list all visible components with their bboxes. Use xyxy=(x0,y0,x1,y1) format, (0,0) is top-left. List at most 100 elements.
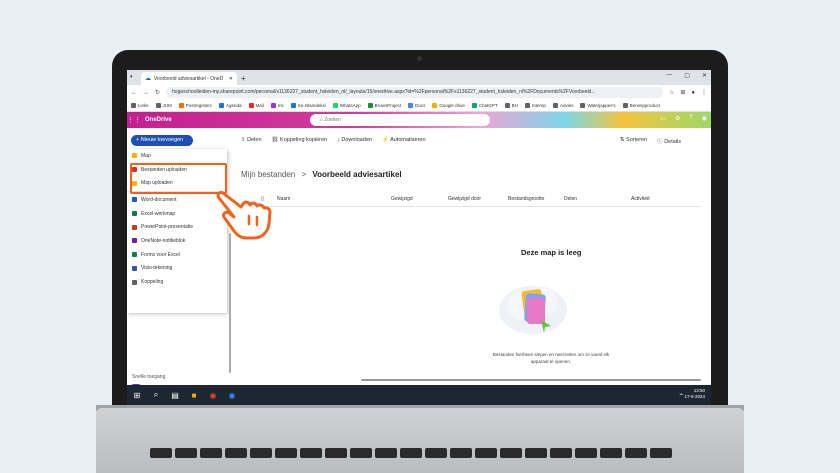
bookmark-item[interactable]: Internp xyxy=(524,103,546,108)
col-name[interactable]: Naam xyxy=(277,196,290,202)
url-field[interactable]: hogeschoolleiden-my.sharepoint.com/perso… xyxy=(166,87,663,98)
bookmark-item[interactable]: Mail xyxy=(248,103,264,108)
menu-item-icon xyxy=(132,197,137,203)
command-details[interactable]: ⓘ Details xyxy=(657,137,681,145)
bookmark-item[interactable]: Waterjappes's xyxy=(580,103,616,108)
search-input[interactable]: ⌕ Zoeken xyxy=(310,114,490,126)
new-menu-item[interactable]: OneNote-notitieblok xyxy=(127,234,227,248)
avatar[interactable]: ◉ xyxy=(702,115,707,122)
chrome-icon[interactable]: ◉ xyxy=(208,390,218,400)
workspace: + Nieuw toevoegen Map Bestanden uploaden M… xyxy=(127,128,711,405)
browser-tab[interactable]: ☁ Voorbeeld adviesartikel - OneD ✕ xyxy=(141,72,237,85)
menu-item-label: Forms voor Excel xyxy=(141,251,180,258)
bookmark-item[interactable]: Benespproduct xyxy=(622,103,660,108)
bookmark-icon xyxy=(178,103,184,108)
menu-item-icon xyxy=(132,153,137,159)
tab-list-icon[interactable]: ▾ xyxy=(130,74,133,80)
col-size[interactable]: Bestandsgrootte xyxy=(508,196,544,202)
col-modified[interactable]: Gewijzigd xyxy=(391,196,413,202)
profile-icon[interactable]: ● xyxy=(691,90,695,96)
col-activity[interactable]: Activiteit xyxy=(631,196,650,202)
empty-folder-title: Deze map is leeg xyxy=(521,248,582,257)
bookmark-icon xyxy=(367,103,373,108)
extensions-icon[interactable]: ⊞ xyxy=(680,89,685,96)
command-label: Sorteren xyxy=(626,137,648,143)
bookmark-label: Internp xyxy=(531,103,546,108)
new-menu-item[interactable]: PowerPoint-presentatie xyxy=(127,220,227,234)
command-share[interactable]: ⇪ Delen xyxy=(241,137,262,143)
bookmark-item[interactable]: Postregisterc xyxy=(178,103,213,108)
bookmarks-bar: Links JUM Postregisterc Agenda Mail Iris Ira-I… xyxy=(127,100,711,112)
command-label: Koppeling kopiëren xyxy=(280,137,328,143)
breadcrumb-current: Voorbeeld adviesartikel xyxy=(312,170,402,179)
bookmark-item[interactable]: JUM xyxy=(155,103,172,108)
command-link[interactable]: ⛓ Koppeling kopiëren xyxy=(272,137,328,143)
settings-icon[interactable]: ⚙ xyxy=(675,115,680,122)
chrome-profile-icon[interactable]: ◉ xyxy=(227,390,237,400)
col-modified-by[interactable]: Gewijzigd door xyxy=(448,196,481,202)
command-automate[interactable]: ⚡ Automatiseren xyxy=(382,137,426,143)
breadcrumb-root[interactable]: Mijn bestanden xyxy=(241,170,295,179)
bookmark-item[interactable]: WhatsApp xyxy=(332,103,361,108)
menu-item-label: Word-document xyxy=(141,196,177,203)
search-taskbar-icon[interactable]: ⌕ xyxy=(151,390,161,400)
bookmark-item[interactable]: Ira-Islamdeksi xyxy=(290,103,326,108)
command-download[interactable]: ↓ Downloaden xyxy=(337,137,372,143)
close-tab-icon[interactable]: ✕ xyxy=(229,76,233,82)
network-icon[interactable]: ⌁ xyxy=(679,391,683,398)
maximize-icon[interactable]: ▢ xyxy=(684,72,690,79)
back-icon[interactable]: ← xyxy=(131,90,137,96)
menu-icon[interactable]: ⋮ xyxy=(701,89,707,96)
command-label: Automatiseren xyxy=(390,137,426,143)
bookmark-item[interactable]: Docs xyxy=(408,103,425,108)
taskbar: ⊞ ⌕ ▤ ■ ◉ ◉ ⌁ 13:50 17-5-2024 xyxy=(127,385,711,405)
bookmark-item[interactable]: BrowsProject xyxy=(367,103,401,108)
bookmark-item[interactable]: Iris xyxy=(270,103,284,108)
app-name[interactable]: OneDrive xyxy=(145,117,172,123)
bookmark-item[interactable]: Advies xyxy=(552,103,573,108)
bookmark-item[interactable]: ChatGPT xyxy=(471,103,498,108)
new-menu-item[interactable]: Word-document xyxy=(127,193,227,207)
menu-item-icon xyxy=(132,265,137,271)
chat-icon[interactable]: ▭ xyxy=(660,115,666,122)
forward-icon[interactable]: → xyxy=(143,90,149,96)
bookmark-item[interactable]: BH xyxy=(504,103,518,108)
close-window-icon[interactable]: ✕ xyxy=(702,72,707,79)
tab-title: Voorbeeld adviesartikel - OneD xyxy=(154,75,224,82)
keyboard xyxy=(150,448,690,473)
new-menu-item[interactable]: Koppeling xyxy=(127,275,227,289)
bookmark-label: Iris xyxy=(277,103,284,108)
windows-start-icon[interactable]: ⊞ xyxy=(132,390,142,400)
col-sharing[interactable]: Delen xyxy=(564,196,577,202)
search-placeholder: Zoeken xyxy=(324,117,341,123)
help-icon[interactable]: ? xyxy=(689,115,692,122)
minimize-icon[interactable]: — xyxy=(666,72,672,79)
bookmark-item[interactable]: Agenda xyxy=(219,103,242,108)
bookmark-item[interactable]: Google drive xyxy=(432,103,465,108)
star-icon[interactable]: ☆ xyxy=(669,89,674,96)
app-launcher-icon[interactable]: ⋮⋮ xyxy=(127,116,141,124)
new-tab-button[interactable]: + xyxy=(241,72,246,85)
command-label: Delen xyxy=(247,137,262,143)
new-menu-item[interactable]: Forms voor Excel xyxy=(127,248,227,262)
bookmark-label: Postregisterc xyxy=(185,103,213,108)
horizontal-scrollbar[interactable] xyxy=(361,379,701,381)
menu-item-icon xyxy=(132,224,137,230)
command-sort[interactable]: ⇅ Sorteren xyxy=(620,137,647,145)
webcam-icon xyxy=(417,56,422,61)
bookmark-item[interactable]: Links xyxy=(131,103,149,108)
bookmark-label: Agenda xyxy=(226,103,242,108)
new-menu-item[interactable]: Excel-werkmap xyxy=(127,207,227,221)
clock[interactable]: 13:50 17-5-2024 xyxy=(684,388,705,400)
new-menu-item[interactable]: Map xyxy=(127,149,227,163)
file-explorer-icon[interactable]: ■ xyxy=(189,390,199,400)
new-add-button[interactable]: + Nieuw toevoegen xyxy=(131,135,193,146)
bookmark-icon xyxy=(552,103,558,108)
bookmark-icon xyxy=(622,103,628,108)
bookmark-label: BH xyxy=(511,103,518,108)
browser-tabbar: ▾ ☁ Voorbeeld adviesartikel - OneD ✕ + —… xyxy=(127,70,711,85)
new-menu-item[interactable]: Visio-tekening xyxy=(127,262,227,276)
quick-access-title: Snelle toegang xyxy=(132,374,166,380)
task-view-icon[interactable]: ▤ xyxy=(170,390,180,400)
reload-icon[interactable]: ↻ xyxy=(155,89,160,96)
